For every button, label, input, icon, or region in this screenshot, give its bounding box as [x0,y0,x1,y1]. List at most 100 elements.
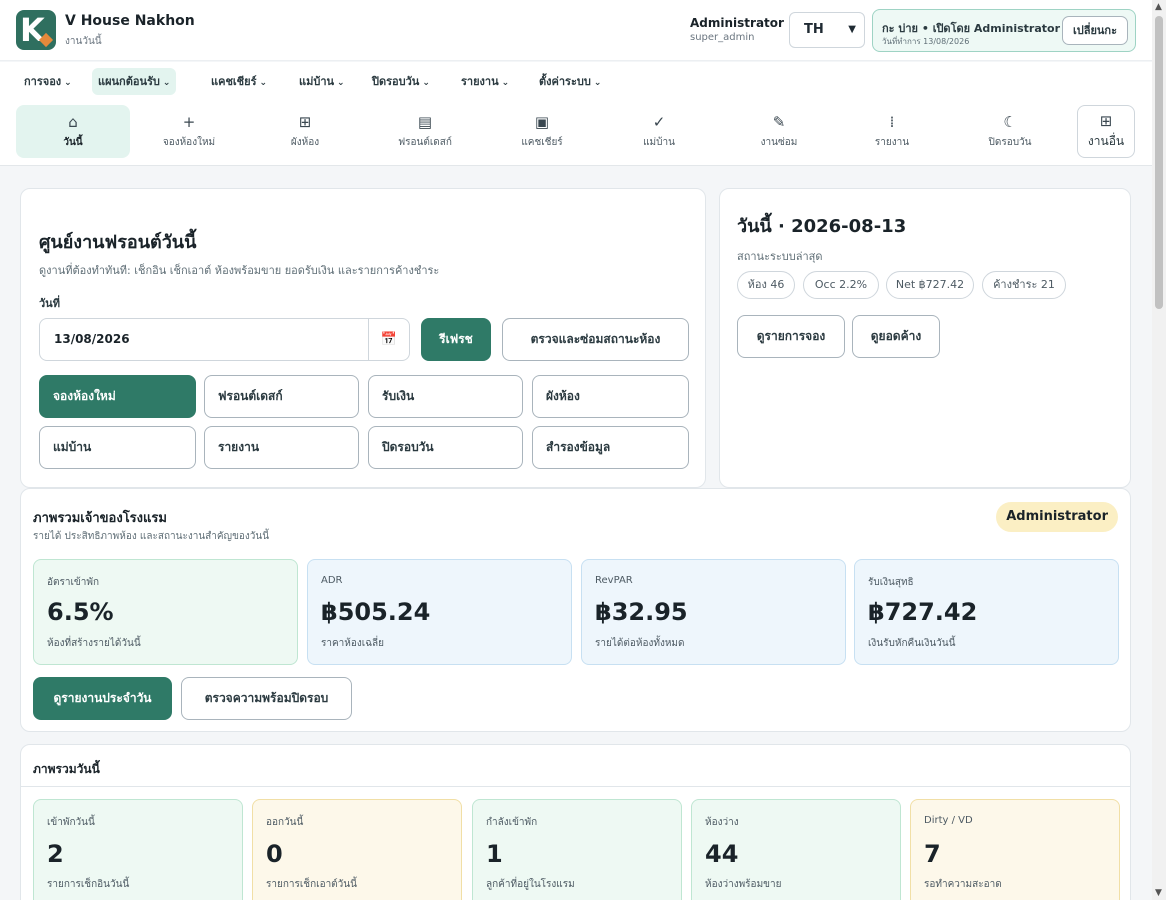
menu-cashier[interactable]: แคชเชียร์ ⌄ [207,68,271,95]
tab-label: แคชเชียร์ [521,137,563,148]
view-bookings-button[interactable]: ดูรายการจอง [737,315,845,358]
moon-icon: ☾ [1003,113,1017,131]
reports-button[interactable]: รายงาน [204,426,359,469]
bar-chart-icon: ⁞ [889,113,895,131]
grid-icon: ⊞ [1099,112,1113,130]
chevron-down-icon: ⌄ [162,78,171,88]
menu-label: การจอง [24,75,62,88]
kpi-value: ฿727.42 [868,598,978,626]
today-summary-card: ภาพรวมวันนี้ เข้าพักวันนี้ 2 รายการเช็กอ… [20,744,1131,900]
brand-logo[interactable]: K [16,10,56,50]
night-audit-button[interactable]: ปิดรอบวัน [368,426,523,469]
check-close-readiness-button[interactable]: ตรวจความพร้อมปิดรอบ [181,677,352,720]
chip-occupancy: Occ 2.2% [803,271,879,299]
kpi-label: ADR [321,575,343,586]
stat-label: ออกวันนี้ [266,817,304,828]
menu-bookings[interactable]: การจอง ⌄ [20,68,76,95]
stat-dirty: Dirty / VD 7 รอทำความสะอาด [910,799,1120,900]
wallet-icon: ▣ [534,113,550,131]
kpi-adr: ADR ฿505.24 ราคาห้องเฉลี่ย [307,559,572,665]
more-label: งานอื่น [1087,134,1125,148]
menu-settings[interactable]: ตั้งค่าระบบ ⌄ [535,68,605,95]
menu-housekeeping[interactable]: แม่บ้าน ⌄ [295,68,349,95]
stat-sub: รอทำความสะอาด [924,879,1002,890]
kpi-label: อัตราเข้าพัก [47,577,100,588]
room-plan-button[interactable]: ผังห้อง [532,375,689,418]
front-desk-title: ศูนย์งานฟรอนต์วันนี้ [39,232,197,253]
change-shift-button[interactable]: เปลี่ยนกะ [1062,16,1128,45]
refresh-button[interactable]: รีเฟรช [421,318,491,361]
stat-value: 44 [705,840,739,868]
date-input[interactable]: 13/08/2026 [39,318,369,361]
tab-label: ปิดรอบวัน [988,137,1032,148]
scroll-down-icon[interactable]: ▼ [1155,888,1162,898]
tab-reports[interactable]: ⁞ รายงาน [835,105,949,158]
view-outstanding-button[interactable]: ดูยอดค้าง [852,315,940,358]
menu-label: แม่บ้าน [299,75,335,88]
tab-night-audit[interactable]: ☾ ปิดรอบวัน [953,105,1067,158]
system-status-label: สถานะระบบล่าสุด [737,250,823,263]
today-title: วันนี้ · 2026-08-13 [737,216,907,237]
brand-subtitle: งานวันนี้ [65,36,102,47]
tab-label: วันนี้ [63,137,83,148]
tab-label: แม่บ้าน [643,137,675,148]
tab-today[interactable]: ⌂ วันนี้ [16,105,130,158]
owner-overview-subtitle: รายได้ ประสิทธิภาพห้อง และสถานะงานสำคัญข… [33,531,270,542]
front-desk-button[interactable]: ฟรอนต์เดสก์ [204,375,359,418]
tab-maintenance[interactable]: ✎ งานซ่อม [722,105,836,158]
menu-night-audit[interactable]: ปิดรอบวัน ⌄ [368,68,434,95]
receive-payment-button[interactable]: รับเงิน [368,375,523,418]
tab-label: ฟรอนต์เดสก์ [398,137,452,148]
chevron-down-icon: ⌄ [593,78,602,88]
stat-value: 7 [924,840,941,868]
kpi-sub: ห้องที่สร้างรายได้วันนี้ [47,638,141,649]
repair-room-status-button[interactable]: ตรวจและซ่อมสถานะห้อง [502,318,689,361]
tab-cashier[interactable]: ▣ แคชเชียร์ [485,105,599,158]
plus-icon: + [182,113,196,131]
home-icon: ⌂ [68,113,78,131]
menu-reports[interactable]: รายงาน ⌄ [457,68,513,95]
tab-front-desk[interactable]: ▤ ฟรอนต์เดสก์ [368,105,482,158]
daily-report-button[interactable]: ดูรายงานประจำวัน [33,677,172,720]
housekeeping-button[interactable]: แม่บ้าน [39,426,196,469]
stat-value: 0 [266,840,283,868]
stat-label: Dirty / VD [924,815,973,826]
language-select[interactable]: TH ▼ [789,12,865,48]
grid-icon: ⊞ [298,113,312,131]
chevron-down-icon: ⌄ [64,78,72,88]
menu-front-office[interactable]: แผนกต้อนรับ ⌄ [92,68,177,95]
stat-value: 2 [47,840,64,868]
kpi-occupancy: อัตราเข้าพัก 6.5% ห้องที่สร้างรายได้วันน… [33,559,298,665]
chevron-down-icon: ⌄ [422,78,430,88]
more-tasks-button[interactable]: ⊞ งานอื่น [1077,105,1135,158]
kpi-label: RevPAR [595,575,633,586]
tab-label: ผังห้อง [290,137,320,148]
kpi-revpar: RevPAR ฿32.95 รายได้ต่อห้องทั้งหมด [581,559,846,665]
stat-vacant: ห้องว่าง 44 ห้องว่างพร้อมขาย [691,799,901,900]
front-desk-description: ดูงานที่ต้องทำทันที: เช็กอิน เช็กเอาต์ ห… [39,264,440,277]
tab-housekeeping[interactable]: ✓ แม่บ้าน [602,105,716,158]
kpi-value: 6.5% [47,598,114,626]
user-role: super_admin [690,32,755,43]
stat-label: เข้าพักวันนี้ [47,817,95,828]
page-scrollbar[interactable]: ▲ ▼ [1152,0,1166,900]
stat-sub: รายการเช็กอินวันนี้ [47,879,130,890]
menu-label: ปิดรอบวัน [372,75,420,88]
chevron-down-icon: ⌄ [259,78,268,88]
kpi-sub: เงินรับหักคืนเงินวันนี้ [868,638,956,649]
tab-new-booking[interactable]: + จองห้องใหม่ [132,105,246,158]
brand-name: V House Nakhon [65,13,195,29]
stat-departures: ออกวันนี้ 0 รายการเช็กเอาต์วันนี้ [252,799,462,900]
new-booking-button[interactable]: จองห้องใหม่ [39,375,196,418]
backup-button[interactable]: สำรองข้อมูล [532,426,689,469]
calendar-icon[interactable]: 📅 [368,318,410,361]
tab-room-plan[interactable]: ⊞ ผังห้อง [248,105,362,158]
scrollbar-thumb[interactable] [1155,16,1163,309]
scroll-up-icon[interactable]: ▲ [1155,2,1162,12]
shift-date: วันที่ทำการ 13/08/2026 [882,37,970,46]
chip-outstanding: ค้างชำระ 21 [982,271,1066,299]
kpi-value: ฿32.95 [595,598,688,626]
today-card: วันนี้ · 2026-08-13 สถานะระบบล่าสุด ห้อง… [719,188,1131,488]
tab-label: รายงาน [874,137,910,148]
stat-in-house: กำลังเข้าพัก 1 ลูกค้าที่อยู่ในโรงแรม [472,799,682,900]
